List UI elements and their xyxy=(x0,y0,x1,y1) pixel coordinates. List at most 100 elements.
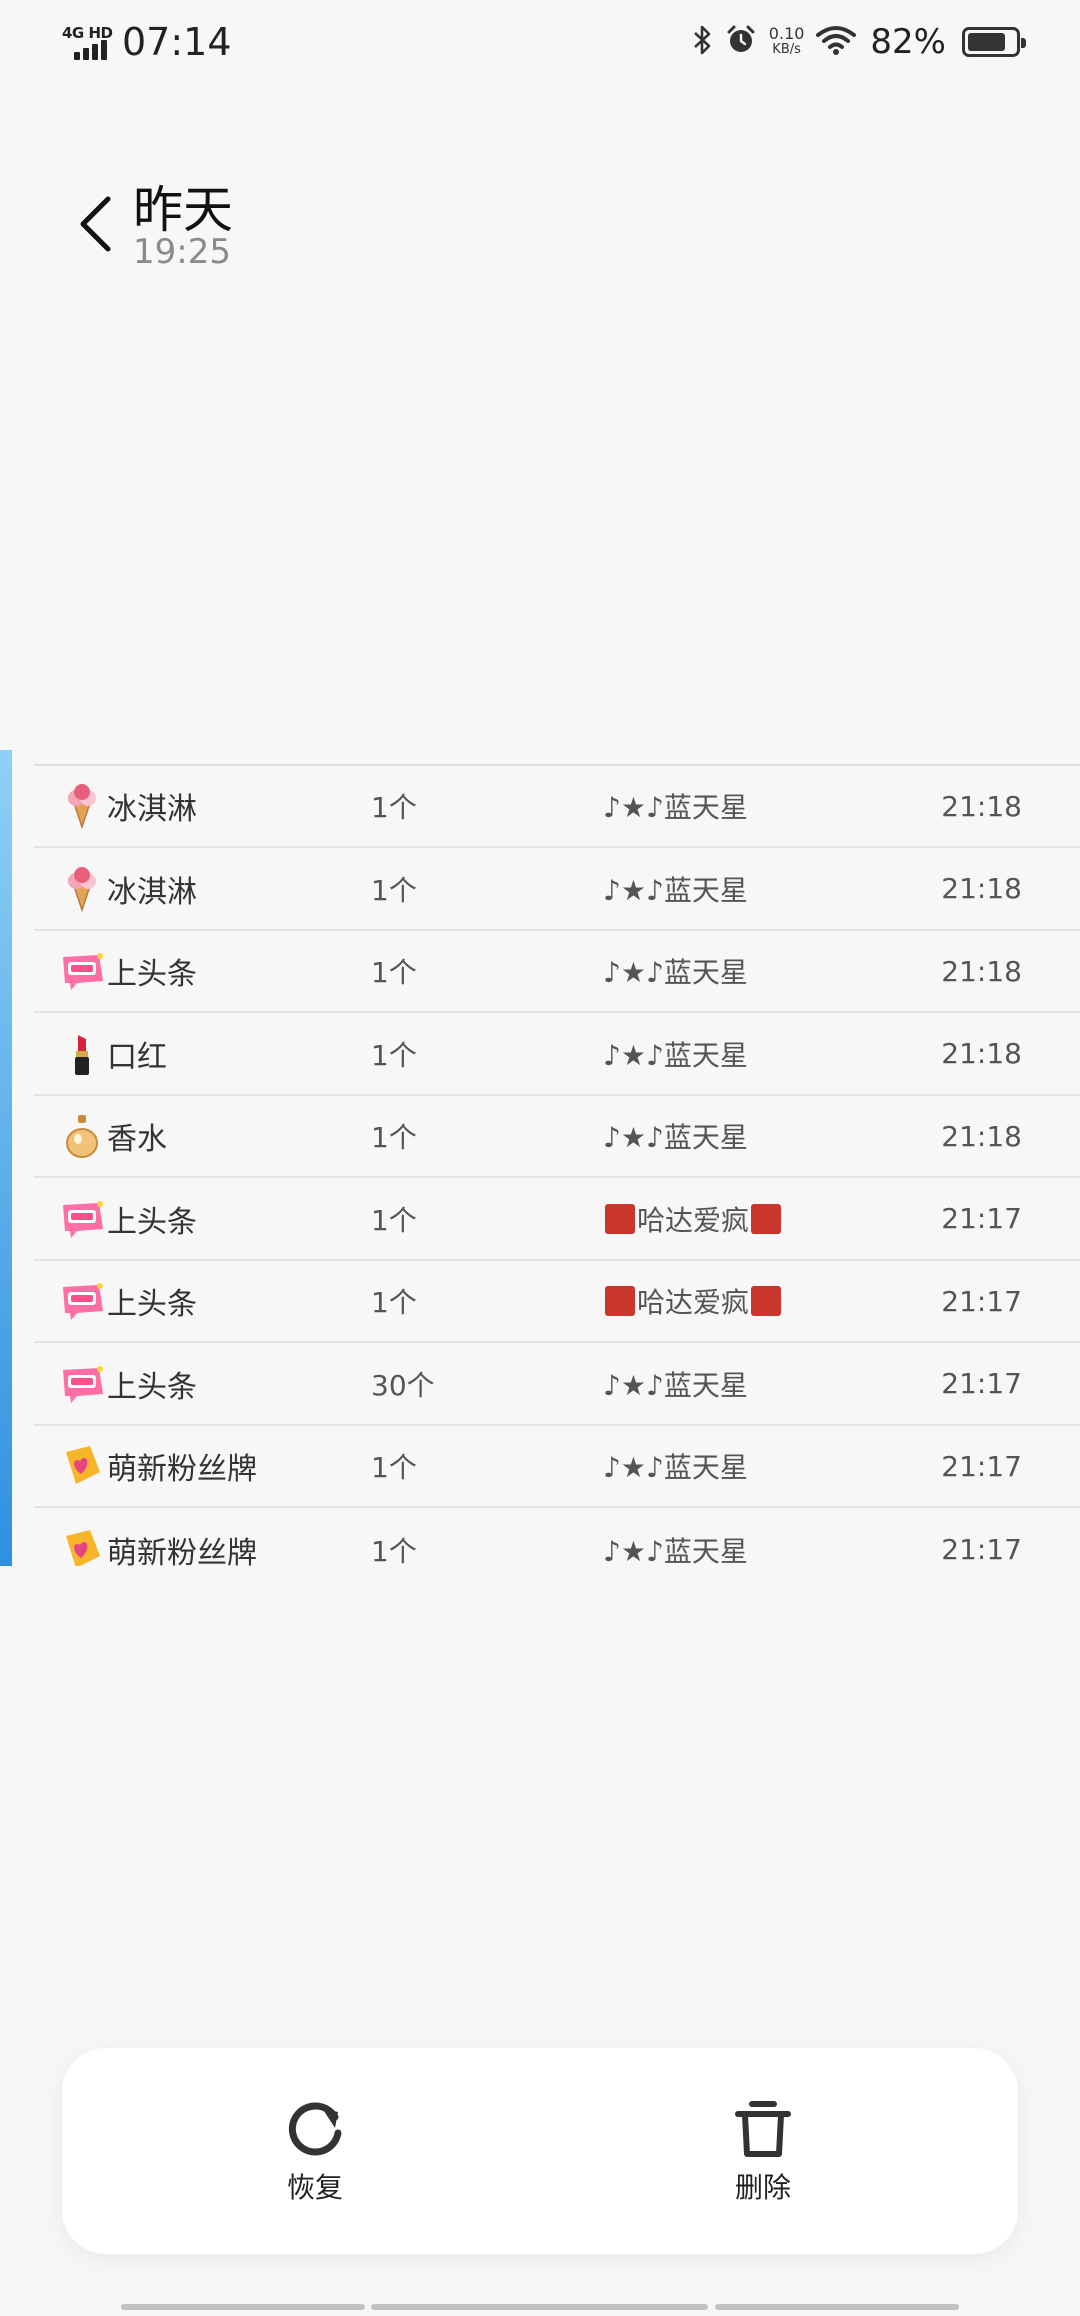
sender-cell: ♪★♪蓝天星 xyxy=(603,1530,943,1567)
gift-cell: 冰淇淋 xyxy=(34,866,371,912)
gift-name: 萌新粉丝牌 xyxy=(107,1535,257,1567)
headline-icon xyxy=(59,948,105,994)
lipstick-icon xyxy=(59,1031,105,1077)
sender-name: 哈达爱疯 xyxy=(637,1203,750,1237)
gift-quantity: 1个 xyxy=(371,873,417,907)
gift-cell: 萌新粉丝牌 xyxy=(34,1443,371,1489)
gift-quantity: 1个 xyxy=(371,791,417,824)
sender-name: ♪★♪蓝天星 xyxy=(603,1121,748,1154)
fan-badge-icon xyxy=(59,1527,105,1566)
gift-cell: 口红 xyxy=(34,1031,371,1077)
signal-icon: 4G HD xyxy=(62,22,114,62)
sender-cell: ♪★♪蓝天星 xyxy=(603,951,943,991)
fan-badge-icon xyxy=(59,1443,105,1489)
gift-name: 上头条 xyxy=(107,1369,197,1405)
sender-name: ♪★♪蓝天星 xyxy=(603,873,748,907)
gift-time: 21:18 xyxy=(941,872,1022,905)
status-bar: 4G HD 07:14 0.10 KB/s 82% xyxy=(0,0,1080,84)
restore-button[interactable]: 恢复 xyxy=(235,2096,395,2206)
gift-record-row: 上头条 1个 哈达爱疯 21:17 xyxy=(34,1261,1080,1343)
gift-name: 上头条 xyxy=(107,1204,197,1240)
scroll-indicator xyxy=(121,2304,365,2310)
delete-button[interactable]: 删除 xyxy=(683,2096,843,2206)
gift-cell: 冰淇淋 xyxy=(34,783,371,829)
gift-record-row: 冰淇淋 1个 ♪★♪蓝天星 21:18 xyxy=(34,766,1080,848)
action-bar: 恢复 删除 xyxy=(62,2048,1018,2254)
gift-quantity: 30个 xyxy=(371,1368,435,1402)
gift-time: 21:17 xyxy=(941,1202,1022,1235)
gift-quantity: 1个 xyxy=(371,956,417,989)
gift-name: 口红 xyxy=(107,1039,167,1075)
clock: 07:14 xyxy=(122,20,232,64)
speed-unit: KB/s xyxy=(772,42,801,57)
gift-time: 21:17 xyxy=(941,1533,1022,1566)
restore-icon xyxy=(288,2102,342,2156)
sender-name: 哈达爱疯 xyxy=(637,1286,750,1319)
delete-label: 删除 xyxy=(734,2171,791,2204)
ice-cream-icon xyxy=(59,866,105,912)
alarm-icon xyxy=(725,24,757,60)
gift-cell: 上头条 xyxy=(34,1196,371,1242)
trash-icon xyxy=(735,2101,791,2157)
sender-name: ♪★♪蓝天星 xyxy=(603,1451,748,1484)
sender-name: ♪★♪蓝天星 xyxy=(603,1534,748,1567)
battery-percent: 82% xyxy=(870,22,946,62)
gift-record-row: 口红 1个 ♪★♪蓝天星 21:18 xyxy=(34,1014,1080,1096)
gift-name: 冰淇淋 xyxy=(107,792,197,827)
gift-name: 上头条 xyxy=(107,1287,197,1322)
sender-cell: ♪★♪蓝天星 xyxy=(603,1446,943,1486)
sender-name: ♪★♪蓝天星 xyxy=(603,1038,748,1072)
sender-name: ♪★♪蓝天星 xyxy=(603,791,748,824)
network-speed: 0.10 KB/s xyxy=(769,26,805,58)
sender-cell: ♪★♪蓝天星 xyxy=(603,1364,943,1404)
headline-icon xyxy=(59,1361,105,1407)
gift-time: 21:17 xyxy=(941,1367,1022,1400)
gift-quantity: 1个 xyxy=(371,1534,417,1567)
gift-name: 香水 xyxy=(107,1122,167,1157)
gift-record-row: 萌新粉丝牌 1个 ♪★♪蓝天星 21:17 xyxy=(34,1426,1080,1508)
gift-cell: 上头条 xyxy=(34,1278,371,1324)
sender-badge-icon xyxy=(605,1286,635,1316)
scroll-indicator xyxy=(371,2304,708,2310)
gift-cell: 上头条 xyxy=(34,948,371,994)
gift-time: 21:17 xyxy=(941,1284,1022,1318)
restore-label: 恢复 xyxy=(286,2171,343,2204)
speed-value: 0.10 xyxy=(768,24,805,43)
gift-record-row: 上头条 1个 ♪★♪蓝天星 21:18 xyxy=(34,931,1080,1013)
headline-icon xyxy=(59,1278,105,1324)
back-button[interactable] xyxy=(70,190,120,258)
gift-record-row: 上头条 1个 哈达爱疯 21:17 xyxy=(34,1179,1080,1261)
gift-quantity: 1个 xyxy=(371,1038,417,1072)
gift-name: 上头条 xyxy=(107,957,197,992)
sender-name: ♪★♪蓝天星 xyxy=(603,956,748,989)
battery-icon xyxy=(962,27,1026,57)
accent-strip xyxy=(0,750,12,1566)
scroll-indicator xyxy=(715,2304,959,2310)
sender-cell: ♪★♪蓝天星 xyxy=(603,1034,943,1074)
sender-cell: 哈达爱疯 xyxy=(603,1281,943,1321)
gift-name: 萌新粉丝牌 xyxy=(107,1452,257,1487)
gift-name: 冰淇淋 xyxy=(107,874,197,910)
gift-cell: 萌新粉丝牌 xyxy=(34,1527,371,1567)
gift-record-row: 上头条 30个 ♪★♪蓝天星 21:17 xyxy=(34,1344,1080,1426)
bluetooth-icon xyxy=(693,24,713,60)
gift-record-row: 萌新粉丝牌 1个 ♪★♪蓝天星 21:17 xyxy=(34,1509,1080,1567)
gift-time: 21:18 xyxy=(941,954,1022,988)
screenshot-preview[interactable]: 冰淇淋 1个 ♪★♪蓝天星 21:18 冰淇淋 1个 ♪★♪蓝天星 21:18 上头条 1个 ♪★♪… xyxy=(0,750,1080,1566)
wifi-icon xyxy=(816,25,857,59)
sender-cell: 哈达爱疯 xyxy=(603,1199,943,1239)
chevron-left-icon xyxy=(80,196,111,252)
gift-record-row: 香水 1个 ♪★♪蓝天星 21:18 xyxy=(34,1096,1080,1178)
gift-time: 21:18 xyxy=(941,1119,1022,1153)
headline-icon xyxy=(59,1196,105,1242)
sender-cell: ♪★♪蓝天星 xyxy=(603,786,943,826)
sender-badge-icon xyxy=(751,1203,782,1234)
gift-time: 21:18 xyxy=(941,1037,1022,1070)
gift-time: 21:17 xyxy=(941,1449,1022,1483)
sender-name: ♪★♪蓝天星 xyxy=(603,1368,748,1402)
gift-quantity: 1个 xyxy=(371,1121,417,1154)
perfume-icon xyxy=(59,1113,105,1159)
sender-cell: ♪★♪蓝天星 xyxy=(603,869,943,909)
gift-quantity: 1个 xyxy=(371,1451,417,1484)
ice-cream-icon xyxy=(59,783,105,829)
